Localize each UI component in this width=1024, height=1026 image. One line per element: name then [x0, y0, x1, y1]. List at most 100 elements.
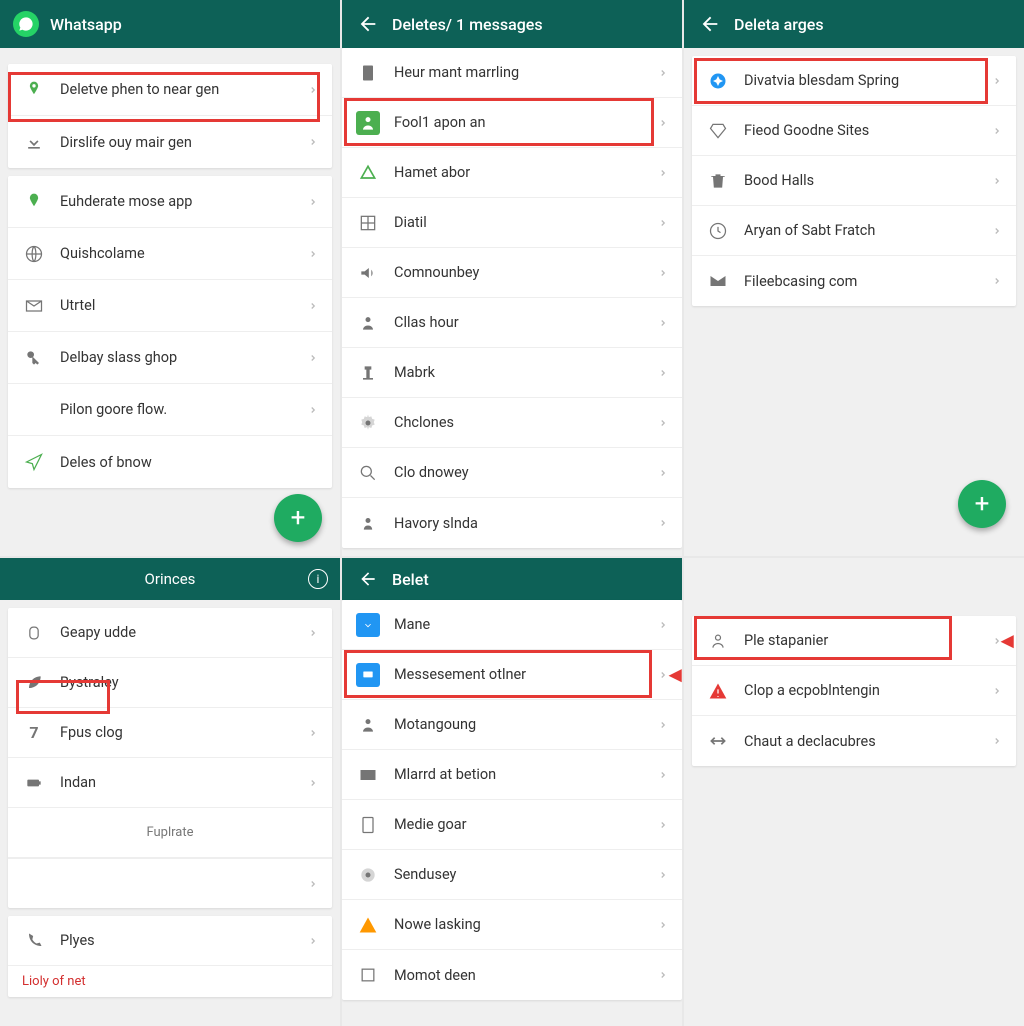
list-item[interactable]: Plyes — [8, 916, 332, 966]
list-item[interactable]: Delbay slass ghop — [8, 332, 332, 384]
header: Belet — [342, 558, 682, 600]
chevron-right-icon — [658, 468, 668, 478]
chevron-right-icon — [658, 770, 668, 780]
list-item[interactable]: Pilon goore flow. — [8, 384, 332, 436]
item-label: Fool1 apon an — [394, 114, 658, 131]
whatsapp-logo-icon — [12, 10, 40, 38]
list-item[interactable]: Bystraley — [8, 658, 332, 708]
back-arrow-icon[interactable] — [696, 10, 724, 38]
list-item[interactable]: Mane — [342, 600, 682, 650]
item-label: Delbay slass ghop — [60, 349, 308, 366]
chevron-right-icon — [658, 518, 668, 528]
chevron-right-icon — [658, 118, 668, 128]
list-item[interactable]: Medie goar — [342, 800, 682, 850]
footer-item[interactable]: Fuplrate — [8, 808, 332, 858]
chevron-right-icon — [658, 218, 668, 228]
list-item[interactable]: Mlarrd at betion — [342, 750, 682, 800]
chevron-right-icon — [308, 301, 318, 311]
chevron-right-icon — [658, 368, 668, 378]
list-item[interactable]: Sendusey — [342, 850, 682, 900]
list-item[interactable]: Ple stapanier◄ — [692, 616, 1016, 666]
item-label: Fileebcasing com — [744, 273, 992, 290]
list-item[interactable]: Messesement otlner◄ — [342, 650, 682, 700]
item-label: Hamet abor — [394, 164, 658, 181]
list-item[interactable] — [8, 858, 332, 908]
list-item[interactable]: Nowe lasking — [342, 900, 682, 950]
fab-add-button[interactable]: + — [274, 494, 322, 542]
list-item[interactable]: Chaut a declacubres — [692, 716, 1016, 766]
list-item[interactable]: Fool1 apon an — [342, 98, 682, 148]
list-item[interactable]: Motangoung — [342, 700, 682, 750]
back-arrow-icon[interactable] — [354, 565, 382, 593]
list-item[interactable]: Aryan of Sabt Fratch — [692, 206, 1016, 256]
list-item[interactable]: Clop a ecpoblntengin — [692, 666, 1016, 716]
list-item[interactable]: Dirslife ouy mair gen — [8, 116, 332, 168]
list-item[interactable]: Fileebcasing com — [692, 256, 1016, 306]
chevron-right-icon — [658, 920, 668, 930]
arrow-callout-icon: ◄ — [664, 662, 682, 688]
spacer — [684, 558, 1024, 608]
list-item[interactable]: Diatil — [342, 198, 682, 248]
list-item[interactable]: Euhderate mose app — [8, 176, 332, 228]
back-arrow-icon[interactable] — [354, 10, 382, 38]
item-label: Mane — [394, 616, 658, 633]
item-label: Comnounbey — [394, 264, 658, 281]
list-item[interactable]: Comnounbey — [342, 248, 682, 298]
list-item[interactable]: Bood Halls — [692, 156, 1016, 206]
list-item[interactable]: Indan — [8, 758, 332, 808]
panel-delete-arges: Deleta arges Divatvia blesdam Spring Fie… — [684, 0, 1024, 556]
list-item[interactable]: Chclones — [342, 398, 682, 448]
panel-delete-messages: Deletes/ 1 messages Heur mant marrling F… — [342, 0, 682, 556]
list-item[interactable]: Cllas hour — [342, 298, 682, 348]
list-item[interactable]: Divatvia blesdam Spring — [692, 56, 1016, 106]
list-item[interactable]: Clo dnowey — [342, 448, 682, 498]
list-item[interactable]: Geapy udde — [8, 608, 332, 658]
chevron-right-icon — [308, 137, 318, 147]
sound-icon — [356, 261, 380, 285]
list-item[interactable]: Deles of bnow — [8, 436, 332, 488]
gear-icon — [356, 411, 380, 435]
header-title: Belet — [392, 570, 429, 589]
list-item[interactable]: Quishcolame — [8, 228, 332, 280]
fab-add-button[interactable]: + — [958, 480, 1006, 528]
chevron-right-icon — [992, 176, 1002, 186]
chevron-right-icon — [658, 970, 668, 980]
alert-icon — [706, 679, 730, 703]
list-item[interactable]: Mabrk — [342, 348, 682, 398]
list-item[interactable]: Fieod Goodne Sites — [692, 106, 1016, 156]
item-label: Fpus clog — [60, 724, 308, 741]
item-label: Diatil — [394, 214, 658, 231]
item-label: Cllas hour — [394, 314, 658, 331]
tablet-icon — [356, 813, 380, 837]
chevron-right-icon — [658, 620, 668, 630]
chevron-right-icon — [308, 85, 318, 95]
item-label: Nowe lasking — [394, 916, 658, 933]
header-title: Orinces — [145, 570, 196, 588]
list-item[interactable]: Heur mant marrling — [342, 48, 682, 98]
chevron-right-icon — [308, 728, 318, 738]
chevron-right-icon — [658, 318, 668, 328]
list-item[interactable]: Utrtel — [8, 280, 332, 332]
chevron-right-icon — [658, 268, 668, 278]
item-label: Aryan of Sabt Fratch — [744, 222, 992, 239]
list-item[interactable]: 7Fpus clog — [8, 708, 332, 758]
list-item[interactable]: Havory slnda — [342, 498, 682, 548]
item-label: Heur mant marrling — [394, 64, 658, 81]
list-item[interactable]: Hamet abor — [342, 148, 682, 198]
chevron-right-icon — [992, 736, 1002, 746]
doc-icon — [356, 61, 380, 85]
list-item[interactable]: Momot deen — [342, 950, 682, 1000]
header-title: Deletes/ 1 messages — [392, 15, 543, 34]
chevron-right-icon — [992, 686, 1002, 696]
info-icon[interactable]: i — [308, 569, 328, 589]
items-card: Heur mant marrling Fool1 apon an Hamet a… — [342, 48, 682, 548]
header: Whatsapp — [0, 0, 340, 48]
diamond-icon — [706, 119, 730, 143]
download-icon — [356, 613, 380, 637]
phone-icon — [22, 929, 46, 953]
chevron-right-icon — [658, 418, 668, 428]
item-label[interactable]: Lioly of net — [8, 966, 332, 997]
globe-icon — [22, 242, 46, 266]
item-label: Deles of bnow — [60, 454, 318, 471]
list-item[interactable]: Deletve phen to near gen — [8, 64, 332, 116]
